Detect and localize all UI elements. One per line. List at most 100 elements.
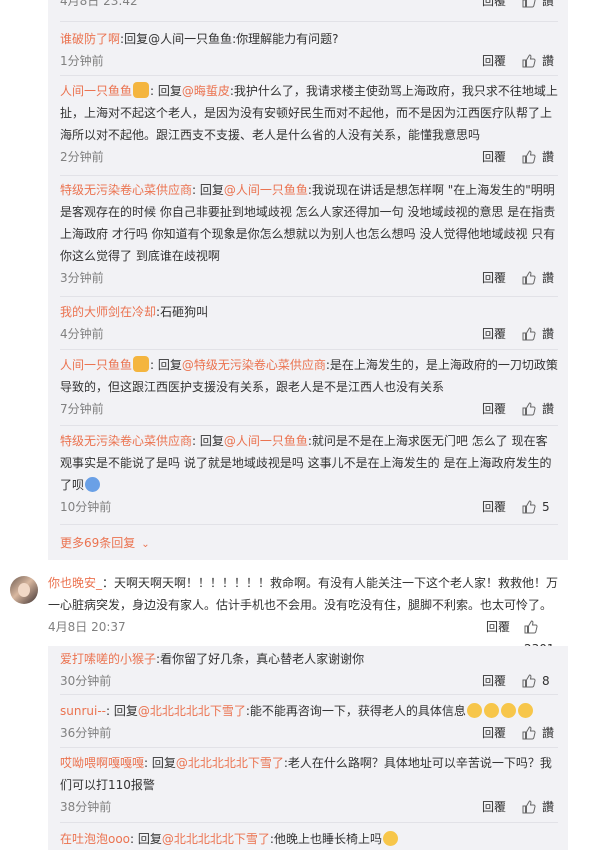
divider — [60, 21, 558, 22]
comment-username[interactable]: 特级无污染卷心菜供应商 — [60, 183, 192, 197]
comment-username[interactable]: 人间一只鱼鱼 — [60, 358, 132, 372]
comment-time: 36分钟前 — [60, 726, 112, 740]
like-button[interactable]: 讚 — [522, 50, 558, 72]
comment-body: :他晚上也睡长椅上吗 — [269, 832, 382, 846]
vip-badge-icon — [133, 82, 150, 98]
comment-username[interactable]: sunrui-- — [60, 704, 106, 718]
comment-prefix: : 回复 — [150, 358, 182, 372]
reply-button[interactable]: 回覆 — [482, 670, 506, 692]
sub-comment: 我的大师剑在冷却:石砸狗叫 4分钟前 回覆 讚 — [60, 301, 558, 345]
like-button[interactable]: 5 — [522, 496, 558, 518]
comment-username[interactable]: 我的大师剑在冷却 — [60, 305, 156, 319]
sub-comment: 特级无污染卷心菜供应商: 回复@人间一只鱼鱼:就问是不是在上海求医无门吧 怎么了… — [60, 430, 558, 518]
comment-prefix: : 回复 — [106, 704, 138, 718]
thumbs-up-icon — [522, 0, 536, 8]
comment-time: 10分钟前 — [60, 500, 112, 514]
comment-body: 回复@人间一只鱼鱼:你理解能力有问题? — [124, 32, 339, 46]
comment-time: 3分钟前 — [60, 271, 104, 285]
mention-link[interactable]: @人间一只鱼鱼 — [224, 434, 308, 448]
like-button[interactable]: 讚 — [522, 267, 558, 289]
emoji-icon — [85, 477, 101, 492]
like-button[interactable]: 讚 — [522, 796, 558, 818]
like-button[interactable]: 讚 — [522, 0, 558, 12]
thumbs-up-icon — [524, 620, 538, 634]
comment-time: 4月8日 23:42 — [60, 0, 138, 8]
comment-body: :能不能再咨询一下，获得老人的具体信息 — [245, 704, 466, 718]
sub-comment: 谁破防了啊:回复@人间一只鱼鱼:你理解能力有问题? 1分钟前 回覆 讚 — [60, 28, 558, 72]
reply-button[interactable]: 回覆 — [482, 722, 506, 744]
comment-time: 2分钟前 — [60, 150, 104, 164]
mention-link[interactable]: @特级无污染卷心菜供应商 — [182, 358, 326, 372]
thumbs-up-icon — [522, 402, 536, 416]
reply-button[interactable]: 回覆 — [482, 323, 506, 345]
sub-comment-meta-top: 4月8日 23:42 回覆 讚 — [60, 0, 558, 12]
comment-time: 30分钟前 — [60, 674, 112, 688]
comment-body: 看你留了好几条，真心替老人家谢谢你 — [160, 652, 365, 666]
comment-prefix: : 回复 — [192, 434, 224, 448]
mention-link[interactable]: @北北北北北下雪了 — [176, 756, 284, 770]
like-button[interactable]: 讚 — [522, 146, 558, 168]
thumbs-up-icon — [522, 271, 536, 285]
divider — [60, 747, 558, 748]
thumbs-up-icon — [522, 54, 536, 68]
reply-button[interactable]: 回覆 — [482, 796, 506, 818]
comment-time: 38分钟前 — [60, 800, 112, 814]
thumbs-up-icon — [522, 327, 536, 341]
mention-link[interactable]: @北北北北北下雪了 — [138, 704, 246, 718]
like-button[interactable]: 8 — [522, 670, 558, 692]
main-comment-meta: 4月8日 20:37 回覆 2301 — [48, 616, 568, 656]
reply-button[interactable]: 回覆 — [482, 267, 506, 289]
mention-link[interactable]: @晦蜇皮 — [182, 84, 230, 98]
like-button[interactable]: 讚 — [522, 398, 558, 420]
thumbs-up-icon — [522, 500, 536, 514]
mention-link[interactable]: @北北北北北下雪了 — [162, 832, 270, 846]
reply-button[interactable]: 回覆 — [482, 398, 506, 420]
sub-comment: 人间一只鱼鱼: 回复@晦蜇皮:我护什么了，我请求楼主使劲骂上海政府，我只求不往地… — [60, 80, 558, 168]
like-button[interactable]: 讚 — [522, 323, 558, 345]
divider — [60, 694, 558, 695]
comment-prefix: : 回复 — [150, 84, 182, 98]
divider — [60, 175, 558, 176]
divider — [60, 296, 558, 297]
comment-username[interactable]: 人间一只鱼鱼 — [60, 84, 132, 98]
crying-emoji-icon — [466, 703, 482, 718]
sub-comment: 特级无污染卷心菜供应商: 回复@人间一只鱼鱼:我说现在讲话是想怎样啊 "在上海发… — [60, 179, 558, 289]
comment-time: 1分钟前 — [60, 54, 104, 68]
comment-username[interactable]: 在吐泡泡ooo — [60, 832, 130, 846]
divider — [60, 349, 558, 350]
sub-comment: 爱打嗦嗟的小猴子:看你留了好几条，真心替老人家谢谢你 30分钟前 回覆 8 — [60, 648, 558, 692]
comment-time: 4月8日 20:37 — [48, 620, 126, 634]
crying-emoji-icon — [517, 703, 533, 718]
more-replies-link[interactable]: 更多69条回复 ⌄ — [60, 534, 150, 551]
crying-emoji-icon — [483, 703, 499, 718]
reply-button[interactable]: 回覆 — [482, 50, 506, 72]
divider — [60, 822, 558, 823]
mention-link[interactable]: @人间一只鱼鱼 — [224, 183, 308, 197]
comment-username[interactable]: 你也晚安_ — [48, 576, 102, 590]
divider — [60, 75, 558, 76]
divider — [60, 524, 558, 525]
comment-body: ：天啊天啊天啊！！！！！！！救命啊。有没有人能关注一下这个老人家！救救他！万一心… — [48, 576, 559, 612]
sub-comment: sunrui--: 回复@北北北北北下雪了:能不能再咨询一下，获得老人的具体信息… — [60, 700, 558, 744]
avatar[interactable] — [10, 576, 38, 604]
thumbs-up-icon — [522, 726, 536, 740]
comment-username[interactable]: 特级无污染卷心菜供应商 — [60, 434, 192, 448]
sub-comment: 人间一只鱼鱼: 回复@特级无污染卷心菜供应商:是在上海发生的，是上海政府的一刀切… — [60, 354, 558, 420]
sub-comment: 哎呦喂啊嘎嘎嘎: 回复@北北北北北下雪了:老人在什么路啊？具体地址可以辛苦说一下… — [60, 752, 558, 818]
main-comment: 你也晚安_：天啊天啊天啊！！！！！！！救命啊。有没有人能关注一下这个老人家！救救… — [48, 572, 570, 616]
comment-prefix: : 回复 — [144, 756, 176, 770]
reply-button[interactable]: 回覆 — [482, 496, 506, 518]
comment-username[interactable]: 谁破防了啊 — [60, 32, 120, 46]
divider — [60, 425, 558, 426]
comment-prefix: : 回复 — [192, 183, 224, 197]
comment-prefix: : 回复 — [130, 832, 162, 846]
reply-button[interactable]: 回覆 — [482, 0, 506, 12]
reply-button[interactable]: 回覆 — [482, 146, 506, 168]
comment-username[interactable]: 爱打嗦嗟的小猴子 — [60, 652, 156, 666]
comment-username[interactable]: 哎呦喂啊嘎嘎嘎 — [60, 756, 144, 770]
comment-time: 4分钟前 — [60, 327, 104, 341]
crying-emoji-icon — [500, 703, 516, 718]
reply-button[interactable]: 回覆 — [486, 616, 510, 638]
thumbs-up-icon — [522, 150, 536, 164]
like-button[interactable]: 讚 — [522, 722, 558, 744]
